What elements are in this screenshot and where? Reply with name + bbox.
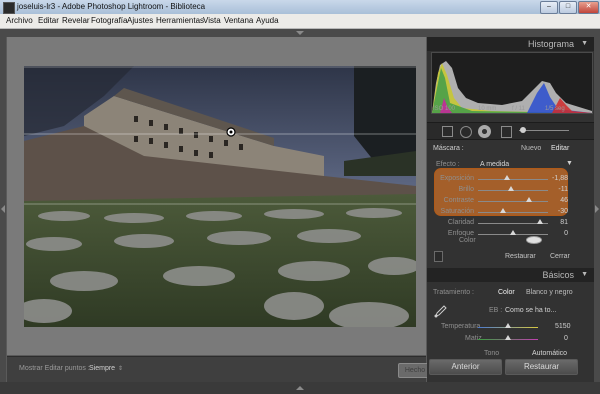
color-label: Color [459,237,476,244]
menu-bar: Archivo Editar Revelar Fotografía Ajuste… [0,14,600,29]
collapse-basic-icon[interactable]: ▼ [581,271,588,278]
close-button[interactable]: ✕ [578,1,599,14]
collapse-histogram-icon[interactable]: ▼ [581,40,588,47]
effect-slider-label: Brillo [458,186,474,193]
crop-tool-icon[interactable] [442,126,453,137]
close-effect-button[interactable]: Cerrar [550,253,570,260]
bottom-panel-strip[interactable] [0,382,600,394]
color-swatch[interactable] [526,236,542,244]
left-panel-strip[interactable] [0,37,6,382]
menu-fotografia[interactable]: Fotografía [91,16,127,25]
menu-ayuda[interactable]: Ayuda [256,16,279,25]
effect-slider-knob[interactable] [526,197,532,202]
effect-slider-track[interactable] [478,201,548,202]
menu-herramientas[interactable]: Herramientas [156,16,204,25]
expand-bottom-icon[interactable] [296,386,304,390]
tool-strip [427,122,594,140]
spot-removal-icon[interactable] [460,126,472,138]
previous-button[interactable]: Anterior [429,359,502,375]
effect-slider-knob[interactable] [510,230,516,235]
treatment-label: Tratamiento : [433,289,474,296]
mask-label: Máscara : [433,145,464,152]
wb-select[interactable]: Como se ha to... [505,307,556,314]
menu-revelar[interactable]: Revelar [62,16,90,25]
graduated-filter-icon[interactable] [501,126,512,138]
effect-slider-value: 0 [564,230,568,237]
effect-slider-value: -30 [557,208,568,215]
effect-label: Efecto : [436,161,460,168]
effect-slider-label: Saturación [440,208,474,215]
photo-preview[interactable]: ! [24,66,416,327]
temperature-value: 5150 [555,323,571,330]
menu-editar[interactable]: Editar [38,16,59,25]
effect-collapse-icon[interactable]: ▼ [566,160,573,167]
tint-value: 0 [564,335,568,342]
temperature-knob[interactable] [505,323,511,328]
treatment-color-button[interactable]: Color [498,289,515,296]
effect-slider-value: 81 [560,219,568,226]
edit-toolbar: Mostrar Editar puntos : Siempre ⇕ Hecho [7,356,432,383]
effect-slider-knob[interactable] [508,186,514,191]
eyedropper-icon[interactable] [433,305,447,319]
effect-slider-value: -1,88 [552,175,568,182]
window-title: joseluis-lr3 - Adobe Photoshop Lightroom… [17,2,206,11]
effect-slider-track[interactable] [478,179,548,180]
right-panel-strip[interactable] [594,37,600,382]
mask-new-button[interactable]: Nuevo [521,145,541,152]
switch-icon[interactable] [434,251,443,262]
menu-archivo[interactable]: Archivo [6,16,33,25]
basic-header[interactable]: Básicos ▼ [427,268,594,282]
effect-slider-track[interactable] [478,212,548,213]
collapse-right-icon[interactable] [595,205,599,213]
shutter-text: 1/5 seg [545,106,565,112]
collapse-top-icon[interactable] [296,31,304,35]
basic-title: Básicos [542,270,574,280]
effect-slider-knob[interactable] [500,208,506,213]
brush-icon[interactable] [520,127,526,133]
brush-slider[interactable] [519,130,569,131]
show-edit-points-select[interactable]: Siempre [89,365,115,372]
select-chevron-icon[interactable]: ⇕ [118,365,123,372]
treatment-bw-button[interactable]: Blanco y negro [526,289,573,296]
effect-slider-label: Claridad [447,219,474,226]
tint-knob[interactable] [505,335,511,340]
lightroom-app-icon [3,2,15,14]
temperature-label: Temperatura [441,323,481,330]
red-eye-icon[interactable] [478,125,491,138]
effect-slider-label: Contraste [443,197,474,204]
menu-ajustes[interactable]: Ajustes [127,16,153,25]
wb-label: EB : [489,307,503,314]
iso-text: ISO 100 [433,106,456,112]
expand-left-icon[interactable] [1,205,5,213]
minimize-button[interactable]: – [540,1,558,14]
histogram-header[interactable]: Histograma ▼ [427,37,594,51]
auto-tone-button[interactable]: Automático [532,350,567,357]
focal-text: 10 mm [478,106,497,112]
show-edit-points-label: Mostrar Editar puntos : [19,365,90,372]
reset-button[interactable]: Restaurar [505,359,578,375]
mask-edit-button[interactable]: Editar [551,145,569,152]
effect-slider-value: 46 [560,197,568,204]
top-panel-strip[interactable] [0,29,600,37]
histogram-chart [431,52,593,114]
maximize-button[interactable]: □ [559,1,577,14]
menu-vista[interactable]: Vista [203,16,221,25]
effect-preset-select[interactable]: A medida [480,161,509,168]
effect-slider-label: Exposición [440,175,474,182]
menu-ventana[interactable]: Ventana [224,16,253,25]
effect-slider-label: Enfoque [447,230,474,237]
tone-label: Tono [484,350,500,357]
restore-effect-button[interactable]: Restaurar [505,253,536,260]
title-bar: joseluis-lr3 - Adobe Photoshop Lightroom… [0,0,600,14]
aperture-text: f / 11 [512,106,525,112]
effect-slider-value: -11 [558,186,568,193]
photo-image [24,66,416,327]
histogram-title: Histograma [527,39,574,49]
effect-slider-knob[interactable] [537,219,543,224]
effect-slider-knob[interactable] [504,175,510,180]
